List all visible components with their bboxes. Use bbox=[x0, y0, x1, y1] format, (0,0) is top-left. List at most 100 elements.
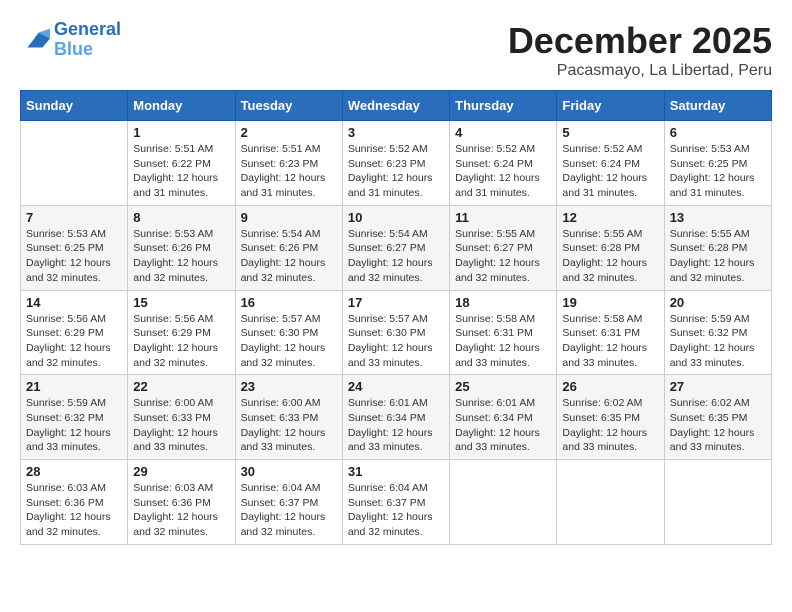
calendar-cell: 14 Sunrise: 5:56 AM Sunset: 6:29 PM Dayli… bbox=[21, 290, 128, 375]
weekday-header: Wednesday bbox=[342, 91, 449, 121]
day-number: 13 bbox=[670, 210, 766, 225]
day-number: 2 bbox=[241, 125, 337, 140]
day-info: Sunrise: 5:51 AM Sunset: 6:22 PM Dayligh… bbox=[133, 142, 229, 201]
calendar-cell: 18 Sunrise: 5:58 AM Sunset: 6:31 PM Dayli… bbox=[450, 290, 557, 375]
day-number: 18 bbox=[455, 295, 551, 310]
day-info: Sunrise: 5:54 AM Sunset: 6:26 PM Dayligh… bbox=[241, 227, 337, 286]
day-info: Sunrise: 5:59 AM Sunset: 6:32 PM Dayligh… bbox=[26, 396, 122, 455]
calendar-cell: 2Sunrise: 5:51 AM Sunset: 6:23 PM Daylig… bbox=[235, 121, 342, 206]
day-number: 6 bbox=[670, 125, 766, 140]
calendar-cell: 16 Sunrise: 5:57 AM Sunset: 6:30 PM Dayli… bbox=[235, 290, 342, 375]
day-number: 19 bbox=[562, 295, 658, 310]
logo-text: General Blue bbox=[54, 20, 121, 60]
calendar-cell: 22 Sunrise: 6:00 AM Sunset: 6:33 PM Dayli… bbox=[128, 375, 235, 460]
day-number: 15 bbox=[133, 295, 229, 310]
day-info: Sunrise: 6:03 AM Sunset: 6:36 PM Dayligh… bbox=[26, 481, 122, 540]
calendar-cell: 28 Sunrise: 6:03 AM Sunset: 6:36 PM Dayli… bbox=[21, 460, 128, 545]
logo: General Blue bbox=[20, 20, 121, 60]
day-info: Sunrise: 5:53 AM Sunset: 6:25 PM Dayligh… bbox=[670, 142, 766, 201]
day-info: Sunrise: 5:58 AM Sunset: 6:31 PM Dayligh… bbox=[455, 312, 551, 371]
calendar-cell: 27 Sunrise: 6:02 AM Sunset: 6:35 PM Dayli… bbox=[664, 375, 771, 460]
day-info: Sunrise: 5:59 AM Sunset: 6:32 PM Dayligh… bbox=[670, 312, 766, 371]
calendar-cell: 15 Sunrise: 5:56 AM Sunset: 6:29 PM Dayli… bbox=[128, 290, 235, 375]
calendar-cell: 21 Sunrise: 5:59 AM Sunset: 6:32 PM Dayli… bbox=[21, 375, 128, 460]
day-number: 24 bbox=[348, 379, 444, 394]
weekday-header: Friday bbox=[557, 91, 664, 121]
day-number: 31 bbox=[348, 464, 444, 479]
day-info: Sunrise: 5:57 AM Sunset: 6:30 PM Dayligh… bbox=[241, 312, 337, 371]
day-number: 8 bbox=[133, 210, 229, 225]
day-info: Sunrise: 5:53 AM Sunset: 6:25 PM Dayligh… bbox=[26, 227, 122, 286]
day-number: 12 bbox=[562, 210, 658, 225]
day-number: 22 bbox=[133, 379, 229, 394]
day-info: Sunrise: 6:00 AM Sunset: 6:33 PM Dayligh… bbox=[133, 396, 229, 455]
day-number: 9 bbox=[241, 210, 337, 225]
day-number: 26 bbox=[562, 379, 658, 394]
page-header: General Blue December 2025 Pacasmayo, La… bbox=[20, 20, 772, 80]
calendar-header: SundayMondayTuesdayWednesdayThursdayFrid… bbox=[21, 91, 772, 121]
calendar-cell: 17 Sunrise: 5:57 AM Sunset: 6:30 PM Dayli… bbox=[342, 290, 449, 375]
location: Pacasmayo, La Libertad, Peru bbox=[508, 62, 772, 80]
day-number: 3 bbox=[348, 125, 444, 140]
calendar-cell: 13 Sunrise: 5:55 AM Sunset: 6:28 PM Dayli… bbox=[664, 205, 771, 290]
calendar-cell: 23 Sunrise: 6:00 AM Sunset: 6:33 PM Dayli… bbox=[235, 375, 342, 460]
day-info: Sunrise: 6:02 AM Sunset: 6:35 PM Dayligh… bbox=[562, 396, 658, 455]
month-title: December 2025 bbox=[508, 20, 772, 62]
day-info: Sunrise: 6:00 AM Sunset: 6:33 PM Dayligh… bbox=[241, 396, 337, 455]
day-info: Sunrise: 5:55 AM Sunset: 6:27 PM Dayligh… bbox=[455, 227, 551, 286]
weekday-header: Thursday bbox=[450, 91, 557, 121]
calendar-cell: 10Sunrise: 5:54 AM Sunset: 6:27 PM Dayli… bbox=[342, 205, 449, 290]
calendar-cell: 30 Sunrise: 6:04 AM Sunset: 6:37 PM Dayli… bbox=[235, 460, 342, 545]
day-number: 1 bbox=[133, 125, 229, 140]
day-info: Sunrise: 5:52 AM Sunset: 6:24 PM Dayligh… bbox=[562, 142, 658, 201]
day-info: Sunrise: 6:01 AM Sunset: 6:34 PM Dayligh… bbox=[348, 396, 444, 455]
calendar-cell: 25 Sunrise: 6:01 AM Sunset: 6:34 PM Dayli… bbox=[450, 375, 557, 460]
calendar-cell bbox=[557, 460, 664, 545]
day-number: 23 bbox=[241, 379, 337, 394]
calendar-cell: 29Sunrise: 6:03 AM Sunset: 6:36 PM Dayli… bbox=[128, 460, 235, 545]
calendar-cell: 24 Sunrise: 6:01 AM Sunset: 6:34 PM Dayli… bbox=[342, 375, 449, 460]
day-number: 20 bbox=[670, 295, 766, 310]
day-info: Sunrise: 5:56 AM Sunset: 6:29 PM Dayligh… bbox=[133, 312, 229, 371]
day-number: 4 bbox=[455, 125, 551, 140]
day-number: 7 bbox=[26, 210, 122, 225]
calendar-cell: 9 Sunrise: 5:54 AM Sunset: 6:26 PM Daylig… bbox=[235, 205, 342, 290]
day-number: 10 bbox=[348, 210, 444, 225]
day-number: 16 bbox=[241, 295, 337, 310]
calendar-cell: 7 Sunrise: 5:53 AM Sunset: 6:25 PM Daylig… bbox=[21, 205, 128, 290]
day-number: 25 bbox=[455, 379, 551, 394]
day-info: Sunrise: 5:55 AM Sunset: 6:28 PM Dayligh… bbox=[670, 227, 766, 286]
calendar-cell: 3 Sunrise: 5:52 AM Sunset: 6:23 PM Daylig… bbox=[342, 121, 449, 206]
weekday-header: Tuesday bbox=[235, 91, 342, 121]
day-number: 30 bbox=[241, 464, 337, 479]
calendar-cell: 26 Sunrise: 6:02 AM Sunset: 6:35 PM Dayli… bbox=[557, 375, 664, 460]
day-info: Sunrise: 6:04 AM Sunset: 6:37 PM Dayligh… bbox=[348, 481, 444, 540]
day-number: 21 bbox=[26, 379, 122, 394]
calendar-table: SundayMondayTuesdayWednesdayThursdayFrid… bbox=[20, 90, 772, 545]
calendar-cell: 1 Sunrise: 5:51 AM Sunset: 6:22 PM Daylig… bbox=[128, 121, 235, 206]
day-info: Sunrise: 5:58 AM Sunset: 6:31 PM Dayligh… bbox=[562, 312, 658, 371]
calendar-cell: 20 Sunrise: 5:59 AM Sunset: 6:32 PM Dayli… bbox=[664, 290, 771, 375]
calendar-cell bbox=[21, 121, 128, 206]
day-info: Sunrise: 5:56 AM Sunset: 6:29 PM Dayligh… bbox=[26, 312, 122, 371]
day-number: 28 bbox=[26, 464, 122, 479]
calendar-cell: 11 Sunrise: 5:55 AM Sunset: 6:27 PM Dayli… bbox=[450, 205, 557, 290]
day-number: 11 bbox=[455, 210, 551, 225]
day-number: 27 bbox=[670, 379, 766, 394]
day-info: Sunrise: 6:01 AM Sunset: 6:34 PM Dayligh… bbox=[455, 396, 551, 455]
day-info: Sunrise: 5:53 AM Sunset: 6:26 PM Dayligh… bbox=[133, 227, 229, 286]
day-number: 14 bbox=[26, 295, 122, 310]
calendar-cell: 5 Sunrise: 5:52 AM Sunset: 6:24 PM Daylig… bbox=[557, 121, 664, 206]
day-info: Sunrise: 5:52 AM Sunset: 6:23 PM Dayligh… bbox=[348, 142, 444, 201]
calendar-cell bbox=[664, 460, 771, 545]
day-number: 17 bbox=[348, 295, 444, 310]
calendar-cell: 6 Sunrise: 5:53 AM Sunset: 6:25 PM Daylig… bbox=[664, 121, 771, 206]
day-info: Sunrise: 5:57 AM Sunset: 6:30 PM Dayligh… bbox=[348, 312, 444, 371]
calendar-cell: 4Sunrise: 5:52 AM Sunset: 6:24 PM Daylig… bbox=[450, 121, 557, 206]
day-info: Sunrise: 6:04 AM Sunset: 6:37 PM Dayligh… bbox=[241, 481, 337, 540]
day-info: Sunrise: 6:02 AM Sunset: 6:35 PM Dayligh… bbox=[670, 396, 766, 455]
day-number: 5 bbox=[562, 125, 658, 140]
weekday-header: Sunday bbox=[21, 91, 128, 121]
weekday-header: Saturday bbox=[664, 91, 771, 121]
weekday-header: Monday bbox=[128, 91, 235, 121]
